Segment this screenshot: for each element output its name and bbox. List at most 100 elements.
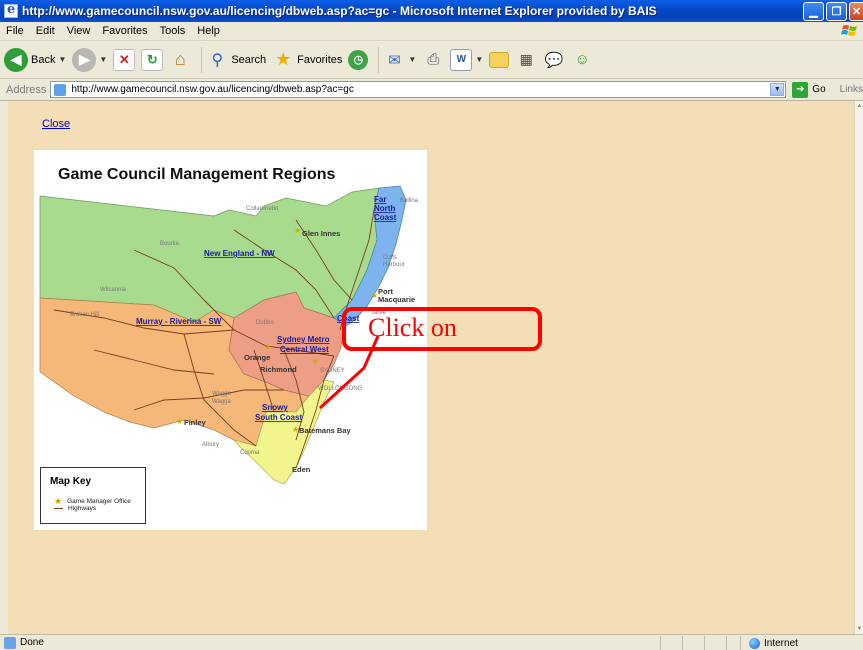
print-button[interactable]: ⎙	[422, 49, 444, 71]
window-title: http://www.gamecouncil.nsw.gov.au/licenc…	[22, 4, 657, 18]
messenger-button[interactable]: ☺	[571, 49, 593, 71]
maximize-button[interactable]: ❐	[826, 2, 847, 21]
frame-left-edge	[0, 101, 8, 634]
city-batemans-bay: Batemans Bay	[299, 426, 352, 435]
page-done-icon	[4, 636, 16, 649]
callout-text: Click on	[368, 313, 457, 342]
search-icon: ⚲	[211, 51, 224, 69]
menu-edit[interactable]: Edit	[30, 25, 61, 37]
map-key-highways: Highways	[54, 505, 96, 512]
favorites-button[interactable]: ★ Favorites	[272, 49, 342, 71]
region-label-snowy-2[interactable]: South Coast	[255, 413, 302, 422]
edit-button[interactable]: W ▼	[450, 48, 484, 71]
highway-line-icon	[54, 508, 63, 509]
star-icon: ★	[275, 49, 292, 69]
city-glen-innes: Glen Innes	[302, 229, 340, 238]
town-broken-hill: Broken Hill	[70, 312, 99, 318]
region-label-far-north-2[interactable]: North	[374, 204, 395, 213]
region-label-sydney-metro-1[interactable]: Sydney Metro	[277, 335, 330, 344]
windows-logo-icon	[841, 25, 857, 36]
region-label-far-north-3[interactable]: Coast	[374, 213, 397, 222]
menu-view[interactable]: View	[61, 25, 97, 37]
region-label-murray[interactable]: Murray - Riverina - SW	[136, 317, 222, 326]
office-star-icon: ★	[371, 291, 378, 300]
search-button[interactable]: ⚲ Search	[206, 49, 266, 71]
town-dubbo: Dubbo	[256, 320, 274, 326]
stop-button[interactable]: ✕	[113, 48, 136, 71]
chevron-down-icon: ▼	[58, 55, 67, 64]
mail-button[interactable]: ✉ ▼	[383, 49, 416, 71]
menu-favorites[interactable]: Favorites	[96, 25, 153, 37]
history-button[interactable]: ◷	[348, 49, 369, 70]
toolbar-separator	[378, 46, 380, 73]
office-star-icon: ★	[292, 425, 299, 434]
page-icon	[54, 84, 67, 96]
scroll-down-icon[interactable]: ▼	[855, 624, 863, 634]
globe-icon	[749, 637, 760, 649]
town-ballina: Ballina	[400, 198, 419, 204]
city-richmond: Richmond	[260, 365, 297, 374]
scroll-up-icon[interactable]: ▲	[855, 101, 863, 111]
map-key: Map Key ★ Game Manager Office Highways	[40, 467, 146, 524]
toolbar-separator	[201, 46, 203, 73]
security-zone[interactable]: Internet	[740, 636, 863, 650]
mail-icon: ✉	[388, 51, 401, 69]
go-button[interactable]: ➔ Go	[792, 81, 826, 98]
town-collarenebri: Collarenebri	[246, 206, 278, 212]
region-label-far-north-1[interactable]: Far	[374, 195, 386, 204]
minimize-button[interactable]: ▁	[803, 2, 824, 21]
region-label-new-england[interactable]: New England - NW	[204, 249, 275, 258]
address-input[interactable]: http://www.gamecouncil.nsw.gov.au/licenc…	[50, 81, 787, 98]
stop-icon: ✕	[113, 48, 136, 71]
research-button[interactable]: ▦	[515, 49, 537, 71]
address-url: http://www.gamecouncil.nsw.gov.au/licenc…	[71, 84, 354, 95]
links-button[interactable]: Links	[840, 84, 863, 95]
office-star-icon: ★	[264, 343, 271, 352]
printer-icon: ⎙	[427, 51, 440, 68]
menu-file[interactable]: File	[0, 25, 30, 37]
refresh-button[interactable]: ↻	[141, 48, 164, 71]
city-port-2: Macquarie	[378, 295, 415, 304]
go-arrow-icon: ➔	[792, 81, 809, 98]
close-window-button[interactable]: ✕	[849, 2, 863, 21]
town-albury: Albury	[202, 442, 219, 448]
town-coffs-1: Coffs	[383, 255, 397, 261]
home-button[interactable]: ⌂	[169, 49, 191, 71]
status-bar: Done Internet	[0, 634, 863, 650]
click-on-callout: Click on	[342, 307, 542, 351]
window-controls: ▁ ❐ ✕	[803, 2, 863, 21]
back-button[interactable]: ◀ Back ▼	[4, 47, 67, 72]
map-title: Game Council Management Regions	[58, 166, 335, 183]
ie-icon	[4, 2, 18, 18]
folder-button[interactable]	[489, 51, 510, 68]
status-pane	[682, 636, 704, 650]
town-cooma: Cooma	[240, 450, 260, 456]
region-label-sydney-metro-2[interactable]: Central West	[280, 345, 329, 354]
status-panes	[660, 636, 748, 650]
town-coffs-2: Harbour	[383, 262, 405, 268]
chevron-down-icon[interactable]: ▼	[770, 83, 785, 96]
research-icon: ▦	[519, 51, 533, 67]
chevron-down-icon: ▼	[99, 55, 108, 64]
region-label-snowy-1[interactable]: Snowy	[262, 403, 288, 412]
chat-bubble-icon: 💬	[544, 51, 564, 69]
office-star-icon: ★	[312, 357, 319, 366]
word-icon: W	[450, 48, 473, 71]
title-bar: http://www.gamecouncil.nsw.gov.au/licenc…	[0, 0, 863, 22]
folder-icon	[489, 51, 510, 68]
town-wagga-2: Wagga	[212, 399, 231, 405]
menu-tools[interactable]: Tools	[154, 25, 192, 37]
town-bourke: Bourke	[160, 241, 180, 247]
town-sydney: SYDNEY	[320, 368, 345, 374]
menu-help[interactable]: Help	[191, 25, 226, 37]
home-icon: ⌂	[174, 49, 186, 69]
close-link[interactable]: Close	[42, 118, 70, 130]
status-pane	[704, 636, 726, 650]
forward-arrow-icon: ▶	[72, 47, 97, 72]
chevron-down-icon: ▼	[475, 55, 484, 64]
vertical-scrollbar[interactable]: ▲ ▼	[854, 101, 863, 634]
forward-button[interactable]: ▶ ▼	[72, 47, 108, 72]
office-star-icon: ★	[294, 226, 301, 235]
address-bar: Address http://www.gamecouncil.nsw.gov.a…	[0, 79, 863, 101]
discuss-button[interactable]: 💬	[543, 49, 565, 71]
